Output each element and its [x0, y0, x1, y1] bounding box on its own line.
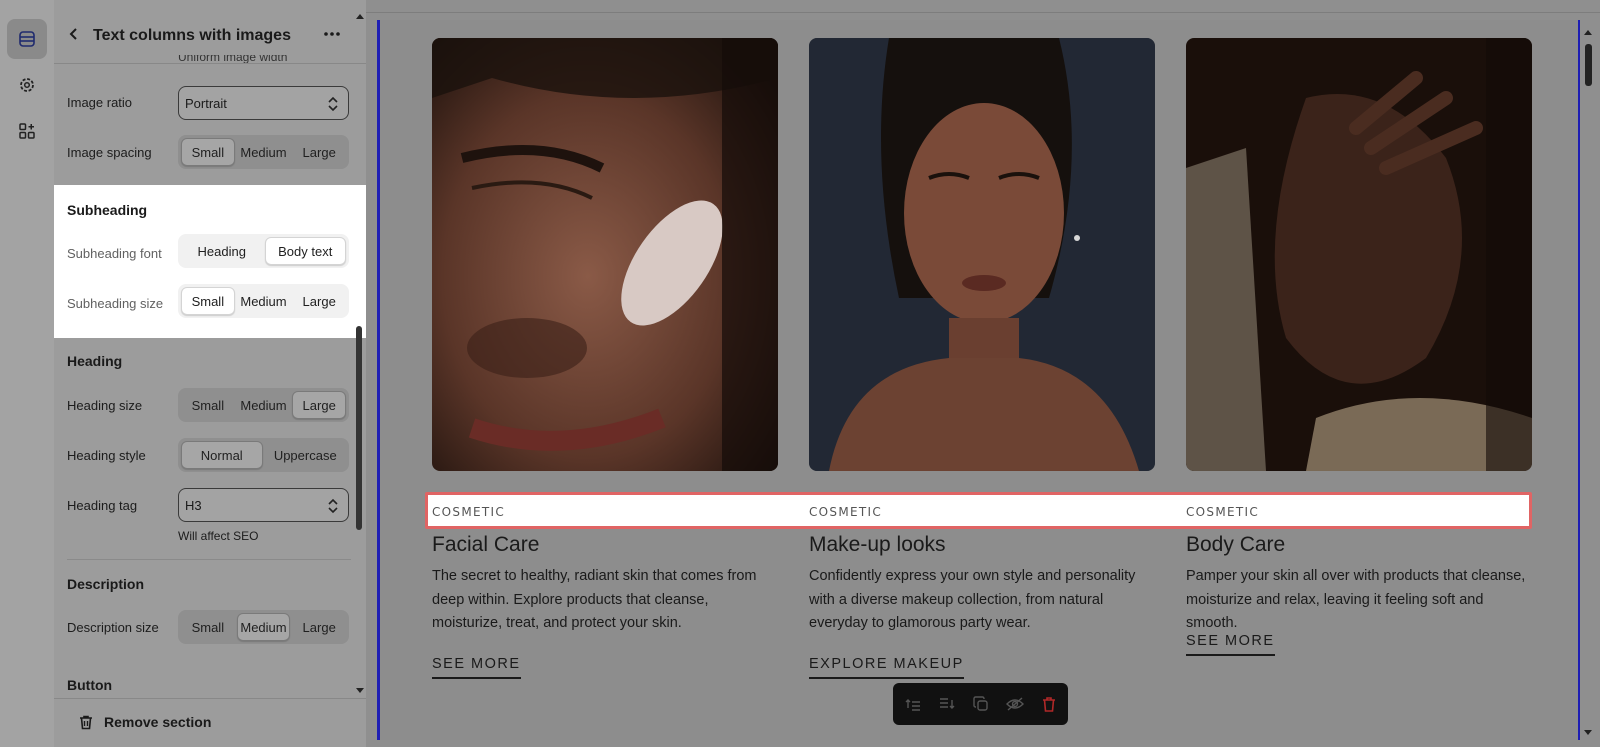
subheading-font-heading[interactable]: Heading — [181, 237, 263, 265]
column-subheading: COSMETIC — [1186, 505, 1260, 519]
description-size-label: Description size — [67, 620, 159, 635]
trash-icon — [80, 715, 92, 730]
subheading-size-label: Subheading size — [67, 296, 164, 311]
image-ratio-label: Image ratio — [67, 95, 133, 110]
heading-tag-value: H3 — [185, 498, 202, 513]
select-chevron-icon — [328, 96, 338, 112]
column-subheading: COSMETIC — [809, 505, 883, 519]
heading-style-normal[interactable]: Normal — [181, 441, 263, 469]
panel-scrollbar-thumb[interactable] — [356, 326, 362, 530]
column-image-body-care — [1186, 38, 1532, 471]
column-link[interactable]: EXPLORE MAKEUP — [809, 656, 964, 679]
column-image-makeup-looks — [809, 38, 1155, 471]
subheading-font-body-text[interactable]: Body text — [264, 237, 346, 265]
column-image-facial-care — [432, 38, 778, 471]
image-spacing-large[interactable]: Large — [292, 138, 346, 166]
back-arrow-icon[interactable] — [66, 26, 82, 42]
divider — [67, 559, 351, 560]
preview-scroll-up[interactable] — [1584, 30, 1592, 35]
subheading-size-segmented: Small Medium Large — [178, 284, 349, 318]
heading-size-large[interactable]: Large — [292, 391, 347, 419]
image-ratio-select[interactable]: Portrait — [178, 86, 349, 120]
heading-section-title: Heading — [67, 353, 123, 369]
move-down-icon[interactable] — [937, 694, 957, 714]
heading-size-label: Heading size — [67, 398, 143, 413]
subheading-font-label: Subheading font — [67, 246, 162, 261]
panel-footer: Remove section — [54, 698, 366, 747]
duplicate-icon[interactable] — [971, 694, 991, 714]
column-description: Confidently express your own style and p… — [809, 568, 1136, 631]
cutoff-hint: Uniform image width — [178, 55, 288, 63]
heading-style-uppercase[interactable]: Uppercase — [265, 441, 347, 469]
panel-title: Text columns with images — [93, 27, 291, 44]
delete-icon[interactable] — [1039, 694, 1059, 714]
more-options-icon[interactable] — [320, 26, 344, 42]
remove-section-label: Remove section — [104, 714, 212, 730]
subheading-highlight-box — [425, 492, 1532, 529]
heading-style-segmented: Normal Uppercase — [178, 438, 349, 472]
heading-tag-select[interactable]: H3 — [178, 488, 349, 522]
image-spacing-label: Image spacing — [67, 145, 152, 160]
column-description: The secret to healthy, radiant skin that… — [432, 568, 757, 631]
panel-header: Text columns with images Uniform image w… — [54, 0, 366, 64]
column-link[interactable]: SEE MORE — [1186, 633, 1275, 656]
description-size-large[interactable]: Large — [292, 613, 346, 641]
remove-section-button[interactable]: Remove section — [78, 714, 211, 730]
subheading-size-large[interactable]: Large — [292, 287, 346, 315]
section-preview[interactable]: COSMETIC COSMETIC COSMETIC Facial Care M… — [377, 20, 1580, 740]
settings-gear-icon[interactable] — [7, 65, 47, 105]
subheading-font-segmented: Heading Body text — [178, 234, 349, 268]
description-size-small[interactable]: Small — [181, 613, 235, 641]
icon-rail — [0, 0, 54, 747]
column-title: Facial Care — [432, 533, 540, 556]
move-up-icon[interactable] — [903, 694, 923, 714]
column-description: Pamper your skin all over with products … — [1186, 568, 1526, 631]
description-size-segmented: Small Medium Large — [178, 610, 349, 644]
column-link[interactable]: SEE MORE — [432, 656, 521, 679]
subheading-size-small[interactable]: Small — [181, 287, 235, 315]
scroll-down-arrow[interactable] — [356, 688, 364, 693]
subheading-section: Subheading Subheading font Heading Body … — [54, 185, 366, 338]
image-ratio-value: Portrait — [185, 96, 227, 111]
heading-size-segmented: Small Medium Large — [178, 388, 349, 422]
column-title: Make-up looks — [809, 533, 946, 556]
subheading-section-title: Subheading — [67, 202, 148, 218]
preview-scrollbar-thumb[interactable] — [1585, 44, 1592, 86]
heading-style-label: Heading style — [67, 448, 146, 463]
apps-add-icon[interactable] — [7, 111, 47, 151]
image-spacing-segmented: Small Medium Large — [178, 135, 349, 169]
settings-panel: Text columns with images Uniform image w… — [54, 0, 366, 747]
description-section-title: Description — [67, 576, 145, 592]
subheading-size-medium[interactable]: Medium — [237, 287, 291, 315]
heading-tag-hint: Will affect SEO — [178, 529, 259, 543]
image-spacing-small[interactable]: Small — [181, 138, 235, 166]
scroll-up-arrow[interactable] — [356, 14, 364, 19]
column-title: Body Care — [1186, 533, 1286, 556]
heading-size-medium[interactable]: Medium — [237, 391, 291, 419]
description-size-medium[interactable]: Medium — [236, 613, 291, 641]
sections-icon[interactable] — [7, 19, 47, 59]
heading-tag-label: Heading tag — [67, 498, 138, 513]
button-section-title: Button — [67, 677, 113, 693]
heading-size-small[interactable]: Small — [181, 391, 235, 419]
preview-top-bar — [366, 0, 1600, 13]
section-toolbar — [893, 683, 1068, 725]
preview-scroll-down[interactable] — [1584, 730, 1592, 735]
hide-icon[interactable] — [1005, 694, 1025, 714]
select-chevron-icon — [328, 498, 338, 514]
column-subheading: COSMETIC — [432, 505, 506, 519]
image-spacing-medium[interactable]: Medium — [237, 138, 291, 166]
